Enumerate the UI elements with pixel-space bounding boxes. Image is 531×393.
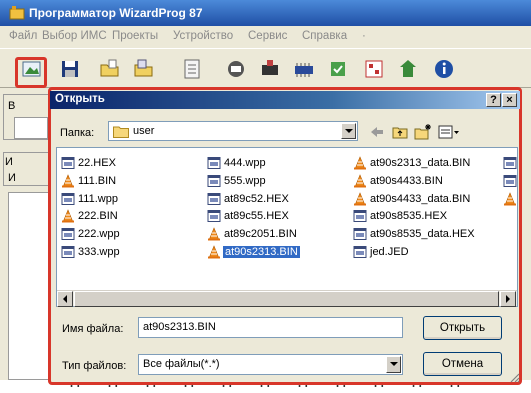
file-name: 222.wpp bbox=[78, 228, 120, 241]
info-panel-label-2: И bbox=[8, 172, 16, 184]
open-button[interactable]: Открыть bbox=[423, 316, 502, 340]
menu-chip-select[interactable]: Выбор ИМС bbox=[42, 30, 107, 42]
file-name: 333.wpp bbox=[78, 246, 120, 258]
media-file-icon bbox=[354, 174, 366, 188]
help-button[interactable]: ? bbox=[486, 93, 501, 107]
buffer-area bbox=[8, 192, 49, 380]
chip-panel-label: В bbox=[8, 100, 16, 112]
menu-overflow: · bbox=[362, 30, 366, 42]
media-file-icon bbox=[208, 227, 220, 241]
horizontal-scrollbar[interactable] bbox=[57, 290, 517, 307]
new-folder-icon[interactable] bbox=[414, 124, 432, 140]
erase-icon[interactable] bbox=[362, 57, 386, 81]
file-name: at90s2313_data.BIN bbox=[370, 157, 471, 169]
menu-service[interactable]: Сервис bbox=[248, 30, 287, 42]
media-file-icon bbox=[62, 174, 74, 188]
media-file-icon bbox=[504, 191, 516, 206]
media-file-icon bbox=[354, 156, 366, 170]
file-name: at89c52.HEX bbox=[224, 192, 289, 205]
verify-icon[interactable] bbox=[326, 57, 350, 81]
dialog-title: Открыть bbox=[55, 93, 105, 105]
file-name: 555.wpp bbox=[224, 174, 266, 187]
document-icon bbox=[61, 157, 75, 169]
document-icon bbox=[353, 228, 367, 241]
file-name: jed.JED bbox=[370, 246, 409, 258]
document-icon bbox=[353, 246, 367, 258]
save-project-icon[interactable] bbox=[132, 57, 156, 81]
file-name: 222.BIN bbox=[78, 210, 118, 223]
folder-label: Папка: bbox=[60, 127, 95, 139]
menu-bar: Файл Выбор ИМС Проекты Устройство Сервис… bbox=[0, 26, 531, 48]
main-title-bar: Программатор WizardProg 87 bbox=[0, 0, 531, 26]
scroll-thumb[interactable] bbox=[74, 291, 499, 307]
folder-select[interactable]: user bbox=[108, 121, 358, 141]
filetype-label: Тип файлов: bbox=[62, 360, 127, 372]
menu-file[interactable]: Файл bbox=[9, 30, 37, 42]
document-icon bbox=[61, 246, 75, 258]
chevron-down-icon[interactable] bbox=[386, 356, 401, 373]
save-icon[interactable] bbox=[58, 57, 82, 81]
file-name: at89c2051.BIN bbox=[224, 228, 297, 241]
document-icon bbox=[503, 157, 517, 169]
window-title: Программатор WizardProg 87 bbox=[29, 6, 203, 20]
filename-label: Имя файла: bbox=[62, 323, 124, 335]
filename-value: at90s2313.BIN bbox=[143, 321, 216, 333]
media-file-icon bbox=[62, 209, 74, 223]
info-panel-label-1: И bbox=[5, 156, 13, 168]
filetype-select[interactable]: Все файлы(*.*) bbox=[138, 354, 403, 375]
dialog-title-bar: Открыть ? × bbox=[50, 91, 520, 109]
resize-grip-icon[interactable] bbox=[508, 371, 520, 383]
document-icon bbox=[353, 210, 367, 223]
document-icon bbox=[61, 228, 75, 241]
file-name: 22.HEX bbox=[78, 157, 116, 169]
document-icon bbox=[61, 192, 75, 205]
file-name: at90s8535.HEX bbox=[370, 210, 448, 223]
buffer-icon[interactable] bbox=[180, 57, 204, 81]
file-name: at90s2313.BIN bbox=[223, 246, 300, 258]
app-icon bbox=[9, 6, 25, 20]
file-name: 444.wpp bbox=[224, 157, 266, 169]
file-name: 111.BIN bbox=[78, 174, 117, 187]
document-icon bbox=[207, 157, 221, 169]
media-file-icon bbox=[208, 245, 220, 259]
document-icon bbox=[207, 174, 221, 187]
view-menu-icon[interactable] bbox=[438, 124, 460, 140]
file-list[interactable]: 22.HEX 111.BIN 111.wpp 222.BIN 222.wpp 333.wp… bbox=[56, 147, 518, 307]
scroll-left-icon[interactable] bbox=[57, 291, 73, 307]
toolbar bbox=[0, 48, 531, 88]
open-button-highlight bbox=[15, 57, 47, 88]
media-file-icon bbox=[354, 191, 366, 206]
chevron-down-icon[interactable] bbox=[341, 123, 356, 139]
back-arrow-icon[interactable] bbox=[369, 124, 385, 140]
filetype-value: Все файлы(*.*) bbox=[143, 358, 220, 370]
program-chip-icon[interactable] bbox=[292, 57, 316, 81]
chip-field bbox=[14, 117, 48, 139]
menu-projects[interactable]: Проекты bbox=[112, 30, 158, 42]
read-chip-icon[interactable] bbox=[258, 57, 282, 81]
cancel-button[interactable]: Отмена bbox=[423, 352, 502, 376]
folder-icon bbox=[113, 126, 129, 138]
file-name: at90s4433_data.BIN bbox=[370, 192, 471, 205]
up-folder-icon[interactable] bbox=[392, 124, 408, 140]
chip-id-icon[interactable] bbox=[224, 57, 248, 81]
file-name: at90s8535_data.HEX bbox=[370, 228, 475, 241]
document-icon bbox=[207, 210, 221, 223]
document-icon bbox=[503, 174, 517, 187]
auto-program-icon[interactable] bbox=[396, 57, 420, 81]
info-icon[interactable] bbox=[432, 57, 456, 81]
menu-device[interactable]: Устройство bbox=[173, 30, 233, 42]
open-project-icon[interactable] bbox=[98, 57, 122, 81]
document-icon bbox=[207, 192, 221, 205]
scroll-right-icon[interactable] bbox=[500, 291, 516, 307]
file-name: at89c55.HEX bbox=[224, 210, 289, 223]
close-button[interactable]: × bbox=[502, 93, 517, 107]
filename-input[interactable]: at90s2313.BIN bbox=[138, 317, 403, 338]
file-name: at90s4433.BIN bbox=[370, 174, 443, 187]
menu-help[interactable]: Справка bbox=[302, 30, 347, 42]
file-name: 111.wpp bbox=[78, 192, 118, 205]
folder-value: user bbox=[133, 125, 155, 137]
